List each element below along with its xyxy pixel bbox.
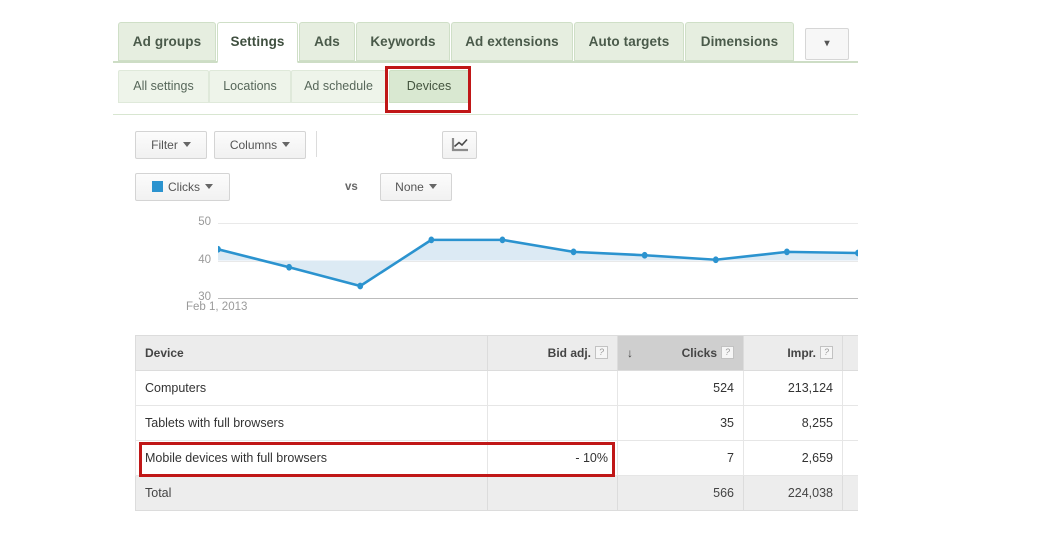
cell-bid-adj[interactable]: - 10% [487,440,618,476]
sub-tabs-underline [113,114,858,115]
subtab-devices[interactable]: Devices [389,70,469,103]
table-row[interactable]: Mobile devices with full browsers - 10% … [135,440,858,476]
metric-selector-label: Clicks [168,180,200,194]
chevron-down-icon [182,142,191,148]
compare-selector-label: None [395,180,424,194]
devices-table: Device Bid adj.? ↓ Clicks? Impr.? Comput… [135,335,858,511]
table-header-row: Device Bid adj.? ↓ Clicks? Impr.? [135,335,858,371]
tab-dimensions[interactable]: Dimensions [685,22,794,61]
tab-ad-groups[interactable]: Ad groups [118,22,216,61]
cell-impr: 213,124 [743,370,843,406]
subtab-locations[interactable]: Locations [209,70,291,103]
cell-clicks: 35 [617,405,744,441]
column-header-clicks-label: Clicks [681,345,717,360]
y-axis-tick-50: 50 [198,216,211,228]
column-header-clicks[interactable]: ↓ Clicks? [617,335,744,371]
cell-overflow [842,405,858,441]
compare-selector-none[interactable]: None [380,173,452,201]
cell-total-label: Total [135,475,488,511]
subtab-all-settings[interactable]: All settings [118,70,209,103]
cell-total-impr: 224,038 [743,475,843,511]
vs-label: vs [345,181,358,193]
column-header-device-label: Device [145,346,184,360]
tab-auto-targets[interactable]: Auto targets [574,22,684,61]
chart-data-point[interactable] [641,251,648,259]
table-total-row: Total 566 224,038 [135,475,858,511]
cell-overflow [842,440,858,476]
x-axis-tick-label: Feb 1, 2013 [186,301,248,313]
sort-descending-arrow-icon: ↓ [627,345,633,360]
cell-bid-adj[interactable] [487,405,618,441]
cell-clicks: 7 [617,440,744,476]
cell-clicks: 524 [617,370,744,406]
cell-total-clicks: 566 [617,475,744,511]
table-row[interactable]: Computers 524 213,124 [135,370,858,406]
column-header-impr[interactable]: Impr.? [743,335,843,371]
adwords-settings-devices-screen: Ad groups Settings Ads Keywords Ad exten… [0,0,1045,541]
columns-button[interactable]: Columns [214,131,306,159]
y-axis-tick-40: 40 [198,254,211,266]
cell-impr: 8,255 [743,405,843,441]
columns-button-label: Columns [229,138,278,152]
chart-plot-area [218,236,858,290]
cell-device: Tablets with full browsers [135,405,488,441]
subtab-ad-schedule[interactable]: Ad schedule [291,70,386,103]
toolbar-divider [316,131,317,157]
chart-data-point[interactable] [357,282,364,290]
help-icon[interactable]: ? [595,346,608,360]
main-tab-bar: Ad groups Settings Ads Keywords Ad exten… [113,22,858,63]
column-header-bid-adj-label: Bid adj. [547,345,591,360]
chart-data-point[interactable] [428,236,435,244]
table-row[interactable]: Tablets with full browsers 35 8,255 [135,405,858,441]
cell-impr: 2,659 [743,440,843,476]
metric-selector-clicks[interactable]: Clicks [135,173,230,201]
performance-chart: 50 40 30 Feb 1, 2013 [113,205,858,323]
chart-data-point[interactable] [712,256,719,264]
cell-overflow [842,370,858,406]
cell-total-bid-adj [487,475,618,511]
content-area: Ad groups Settings Ads Keywords Ad exten… [113,0,858,541]
tab-overflow-chevron-down-icon[interactable]: ▾ [805,28,849,60]
filter-button[interactable]: Filter [135,131,207,159]
sub-tab-bar: All settings Locations Ad schedule Devic… [113,70,858,104]
tab-keywords[interactable]: Keywords [356,22,450,61]
chart-data-point[interactable] [499,236,506,244]
chart-toggle-button[interactable] [442,131,477,159]
chart-data-point[interactable] [286,263,293,271]
column-header-bid-adj[interactable]: Bid adj.? [487,335,618,371]
metric-color-swatch-icon [152,181,163,193]
tab-settings[interactable]: Settings [217,22,298,63]
chart-data-point[interactable] [783,248,790,256]
cell-total-overflow [842,475,858,511]
tab-ad-extensions[interactable]: Ad extensions [451,22,573,61]
cell-device: Computers [135,370,488,406]
cell-bid-adj[interactable] [487,370,618,406]
tab-ads[interactable]: Ads [299,22,355,61]
help-icon[interactable]: ? [721,346,734,360]
help-icon[interactable]: ? [820,346,833,360]
chevron-down-icon [205,184,213,190]
devices-table-container: Device Bid adj.? ↓ Clicks? Impr.? Comput… [135,335,858,511]
line-chart-icon [451,138,468,152]
chevron-down-icon [428,184,437,190]
cell-device: Mobile devices with full browsers [135,440,488,476]
column-header-overflow [842,335,858,371]
column-header-device[interactable]: Device [135,335,488,371]
column-header-impr-label: Impr. [787,345,816,360]
chart-data-point[interactable] [570,248,577,256]
chevron-down-icon [282,142,291,148]
filter-button-label: Filter [151,138,178,152]
